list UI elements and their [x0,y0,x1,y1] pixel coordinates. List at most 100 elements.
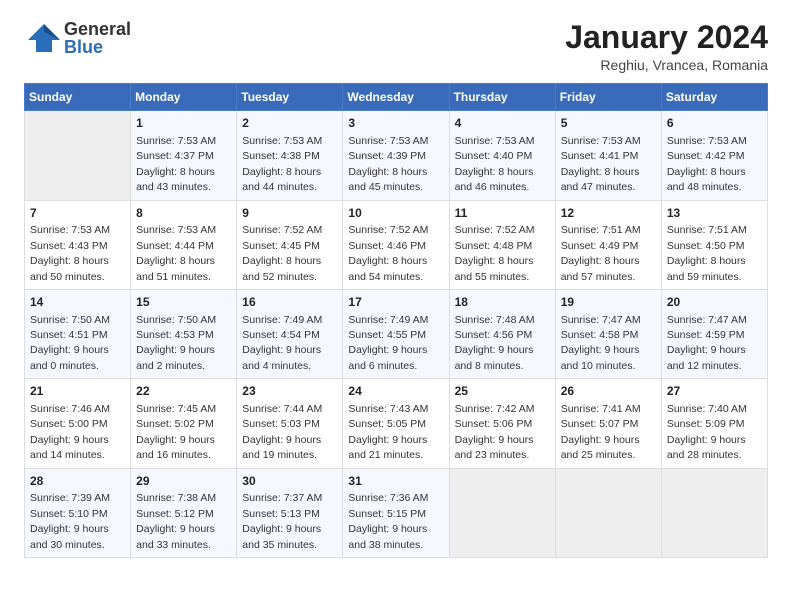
day-sunrise: Sunrise: 7:52 AM [348,224,428,236]
col-header-wednesday: Wednesday [343,84,449,111]
title-area: January 2024 Reghiu, Vrancea, Romania [565,20,768,73]
day-sunrise: Sunrise: 7:53 AM [136,135,216,147]
col-header-friday: Friday [555,84,661,111]
day-cell: 30 Sunrise: 7:37 AM Sunset: 5:13 PM Dayl… [237,468,343,557]
day-daylight: Daylight: 9 hours and 8 minutes. [455,344,534,371]
day-sunset: Sunset: 4:41 PM [561,150,639,162]
day-sunrise: Sunrise: 7:47 AM [667,314,747,326]
day-number: 8 [136,205,231,222]
week-row-4: 21 Sunrise: 7:46 AM Sunset: 5:00 PM Dayl… [25,379,768,468]
day-sunset: Sunset: 4:54 PM [242,329,320,341]
day-sunset: Sunset: 4:43 PM [30,240,108,252]
day-sunset: Sunset: 5:02 PM [136,418,214,430]
day-number: 15 [136,294,231,311]
logo-blue: Blue [64,38,131,56]
day-cell: 7 Sunrise: 7:53 AM Sunset: 4:43 PM Dayli… [25,200,131,289]
day-cell: 15 Sunrise: 7:50 AM Sunset: 4:53 PM Dayl… [131,289,237,378]
month-title: January 2024 [565,20,768,55]
day-sunset: Sunset: 5:05 PM [348,418,426,430]
day-cell [25,111,131,200]
col-header-saturday: Saturday [661,84,767,111]
day-daylight: Daylight: 8 hours and 43 minutes. [136,166,215,193]
day-sunset: Sunset: 4:56 PM [455,329,533,341]
day-daylight: Daylight: 8 hours and 47 minutes. [561,166,640,193]
col-header-tuesday: Tuesday [237,84,343,111]
day-number: 21 [30,383,125,400]
day-daylight: Daylight: 8 hours and 46 minutes. [455,166,534,193]
day-number: 19 [561,294,656,311]
day-cell: 31 Sunrise: 7:36 AM Sunset: 5:15 PM Dayl… [343,468,449,557]
day-number: 9 [242,205,337,222]
day-daylight: Daylight: 9 hours and 25 minutes. [561,434,640,461]
day-daylight: Daylight: 8 hours and 44 minutes. [242,166,321,193]
day-cell: 13 Sunrise: 7:51 AM Sunset: 4:50 PM Dayl… [661,200,767,289]
day-cell [449,468,555,557]
day-daylight: Daylight: 9 hours and 33 minutes. [136,523,215,550]
day-sunset: Sunset: 4:51 PM [30,329,108,341]
col-header-thursday: Thursday [449,84,555,111]
day-sunrise: Sunrise: 7:44 AM [242,403,322,415]
page: General Blue January 2024 Reghiu, Vrance… [0,0,792,612]
day-sunset: Sunset: 4:55 PM [348,329,426,341]
day-cell: 23 Sunrise: 7:44 AM Sunset: 5:03 PM Dayl… [237,379,343,468]
day-cell: 1 Sunrise: 7:53 AM Sunset: 4:37 PM Dayli… [131,111,237,200]
day-cell: 27 Sunrise: 7:40 AM Sunset: 5:09 PM Dayl… [661,379,767,468]
day-cell [661,468,767,557]
day-sunset: Sunset: 4:42 PM [667,150,745,162]
day-cell [555,468,661,557]
day-cell: 18 Sunrise: 7:48 AM Sunset: 4:56 PM Dayl… [449,289,555,378]
day-sunrise: Sunrise: 7:49 AM [348,314,428,326]
day-sunset: Sunset: 4:40 PM [455,150,533,162]
day-number: 3 [348,115,443,132]
day-sunset: Sunset: 4:58 PM [561,329,639,341]
day-sunrise: Sunrise: 7:51 AM [561,224,641,236]
day-sunrise: Sunrise: 7:52 AM [242,224,322,236]
day-daylight: Daylight: 9 hours and 0 minutes. [30,344,109,371]
day-number: 24 [348,383,443,400]
week-row-2: 7 Sunrise: 7:53 AM Sunset: 4:43 PM Dayli… [25,200,768,289]
day-cell: 10 Sunrise: 7:52 AM Sunset: 4:46 PM Dayl… [343,200,449,289]
logo-text: General Blue [64,20,131,56]
day-daylight: Daylight: 9 hours and 35 minutes. [242,523,321,550]
day-sunset: Sunset: 4:59 PM [667,329,745,341]
day-daylight: Daylight: 9 hours and 30 minutes. [30,523,109,550]
day-daylight: Daylight: 9 hours and 12 minutes. [667,344,746,371]
col-header-sunday: Sunday [25,84,131,111]
day-sunset: Sunset: 4:37 PM [136,150,214,162]
day-number: 5 [561,115,656,132]
day-cell: 19 Sunrise: 7:47 AM Sunset: 4:58 PM Dayl… [555,289,661,378]
day-number: 12 [561,205,656,222]
calendar-table: SundayMondayTuesdayWednesdayThursdayFrid… [24,83,768,558]
day-number: 6 [667,115,762,132]
day-sunset: Sunset: 4:53 PM [136,329,214,341]
day-number: 26 [561,383,656,400]
day-sunrise: Sunrise: 7:50 AM [136,314,216,326]
col-header-monday: Monday [131,84,237,111]
day-daylight: Daylight: 8 hours and 50 minutes. [30,255,109,282]
day-number: 14 [30,294,125,311]
day-sunset: Sunset: 5:12 PM [136,508,214,520]
day-sunset: Sunset: 4:45 PM [242,240,320,252]
day-sunset: Sunset: 5:03 PM [242,418,320,430]
day-daylight: Daylight: 9 hours and 4 minutes. [242,344,321,371]
day-number: 1 [136,115,231,132]
day-cell: 22 Sunrise: 7:45 AM Sunset: 5:02 PM Dayl… [131,379,237,468]
day-sunset: Sunset: 5:06 PM [455,418,533,430]
day-cell: 25 Sunrise: 7:42 AM Sunset: 5:06 PM Dayl… [449,379,555,468]
day-daylight: Daylight: 9 hours and 6 minutes. [348,344,427,371]
day-daylight: Daylight: 9 hours and 19 minutes. [242,434,321,461]
day-number: 20 [667,294,762,311]
day-sunrise: Sunrise: 7:37 AM [242,492,322,504]
location: Reghiu, Vrancea, Romania [565,57,768,73]
day-sunset: Sunset: 4:39 PM [348,150,426,162]
day-number: 23 [242,383,337,400]
day-number: 17 [348,294,443,311]
day-sunrise: Sunrise: 7:48 AM [455,314,535,326]
day-cell: 14 Sunrise: 7:50 AM Sunset: 4:51 PM Dayl… [25,289,131,378]
day-cell: 29 Sunrise: 7:38 AM Sunset: 5:12 PM Dayl… [131,468,237,557]
day-sunset: Sunset: 4:48 PM [455,240,533,252]
day-sunset: Sunset: 5:09 PM [667,418,745,430]
logo-general: General [64,20,131,38]
day-sunset: Sunset: 4:49 PM [561,240,639,252]
day-sunset: Sunset: 4:44 PM [136,240,214,252]
